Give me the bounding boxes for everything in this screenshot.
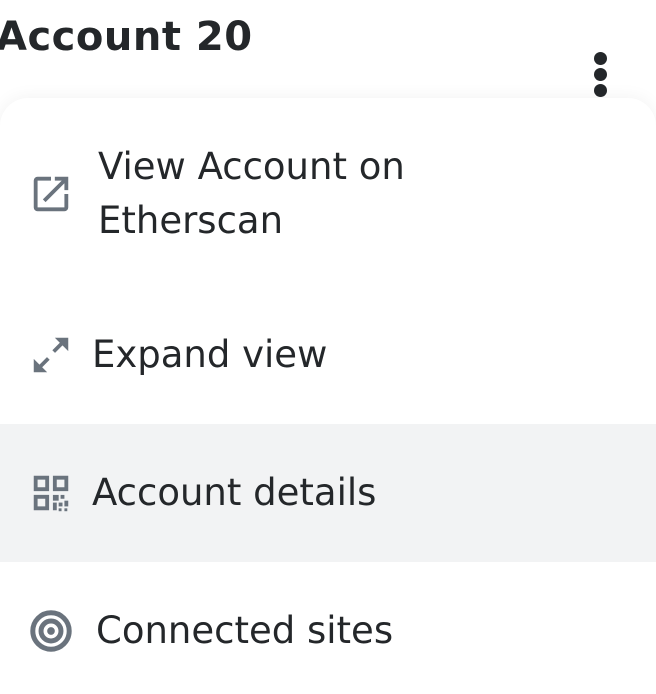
menu-item-label: Connected sites — [96, 609, 394, 652]
menu-item-account-details[interactable]: Account details — [0, 424, 656, 562]
kebab-dot — [594, 52, 607, 65]
connected-sites-icon — [28, 608, 74, 654]
account-name: Account 20 — [0, 14, 253, 60]
menu-item-label-line1: View Account on — [98, 145, 405, 188]
menu-item-label: Expand view — [92, 333, 328, 376]
expand-arrows-icon — [28, 332, 74, 378]
kebab-dot — [594, 68, 607, 81]
qr-code-icon — [28, 470, 74, 516]
menu-item-label: Account details — [92, 471, 377, 514]
menu-item-expand-view[interactable]: Expand view — [0, 286, 656, 424]
menu-item-connected-sites[interactable]: Connected sites — [0, 562, 656, 694]
menu-item-view-on-etherscan[interactable]: View Account on Etherscan — [0, 98, 656, 286]
external-link-icon — [28, 171, 74, 217]
menu-item-label-line2: Etherscan — [98, 199, 284, 242]
kebab-dot — [594, 84, 607, 97]
account-options-kebab-icon[interactable] — [586, 50, 616, 102]
account-header: Account 20 — [0, 0, 656, 100]
account-options-menu: View Account on Etherscan Expand view Ac… — [0, 98, 656, 694]
